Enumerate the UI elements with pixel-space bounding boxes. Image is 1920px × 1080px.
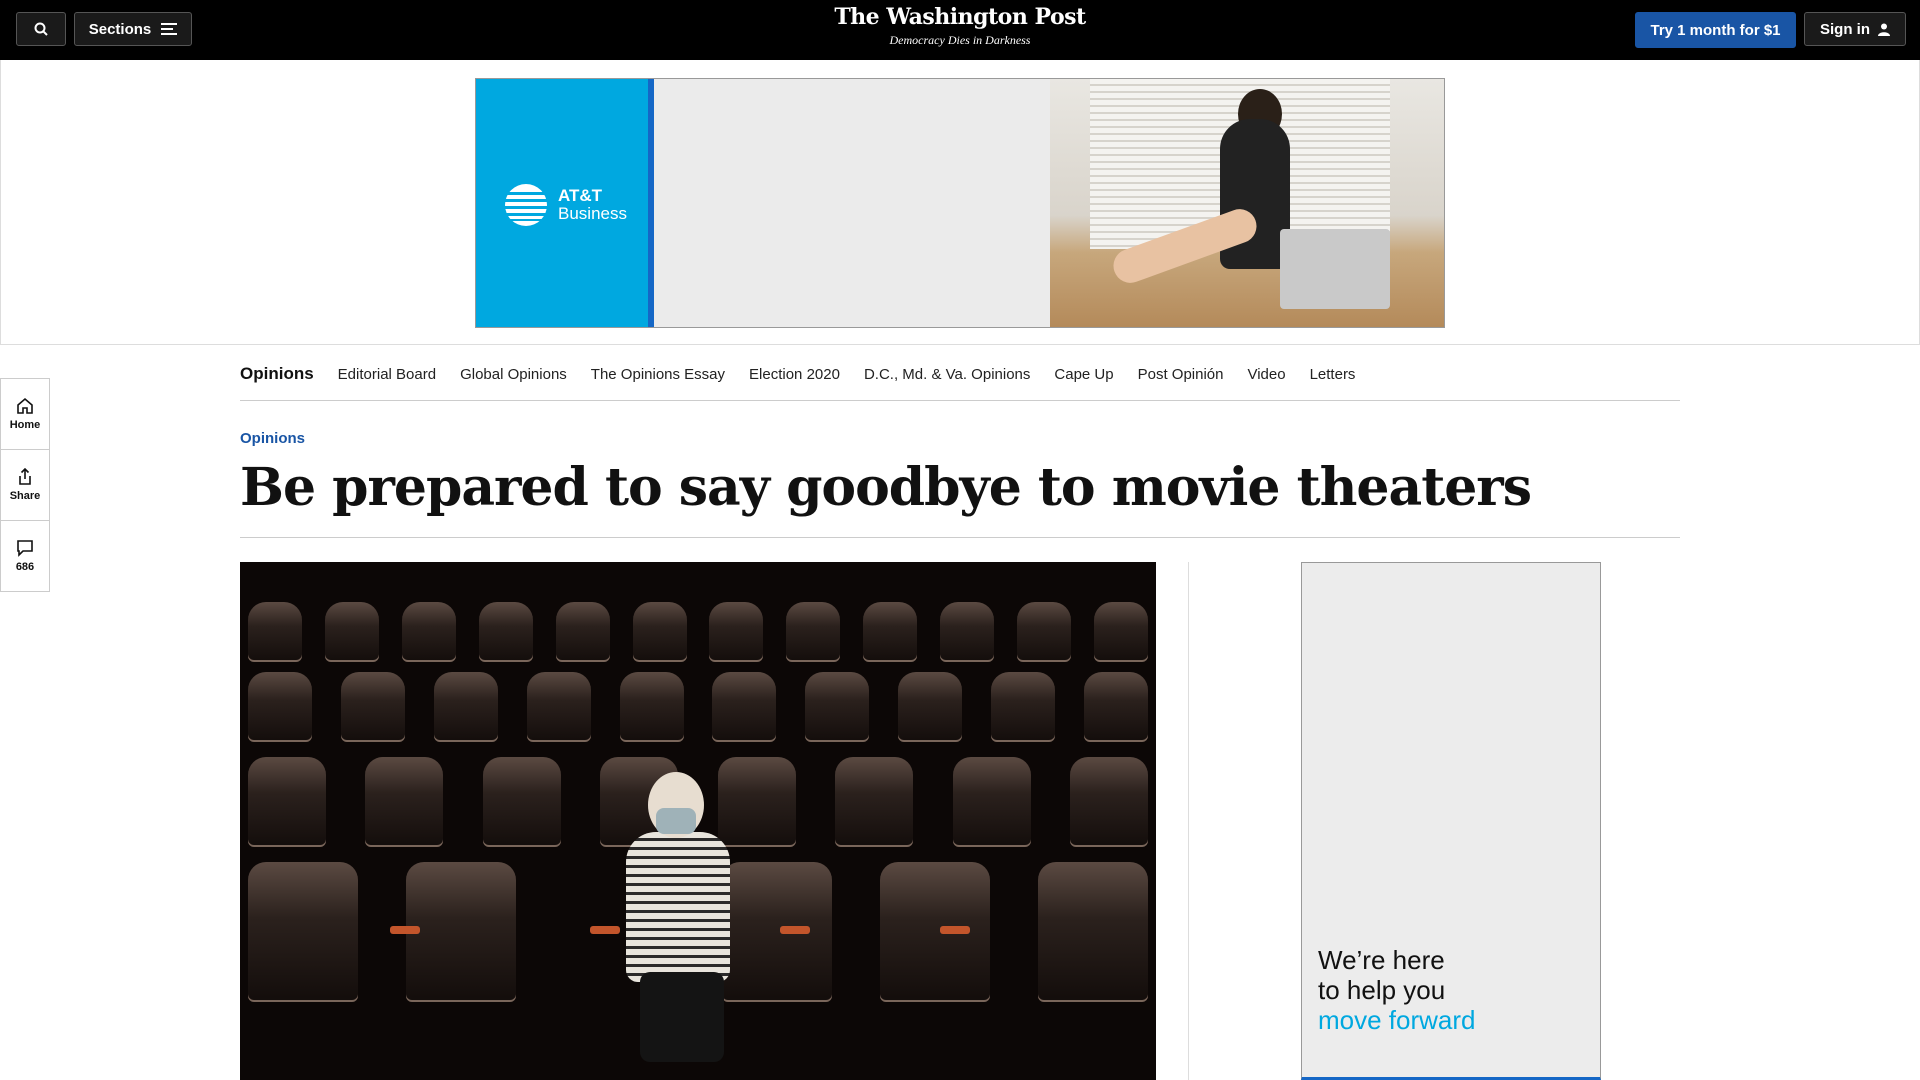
theater-seat bbox=[880, 862, 990, 1002]
theater-seat bbox=[482, 757, 561, 847]
theater-seat bbox=[324, 602, 379, 662]
rail-home-label: Home bbox=[9, 419, 41, 431]
seated-woman-body bbox=[626, 832, 730, 982]
cup-holder bbox=[940, 926, 970, 934]
side-ad-line2: to help you bbox=[1318, 975, 1446, 1005]
subscribe-button[interactable]: Try 1 month for $1 bbox=[1635, 12, 1796, 48]
theater-seat bbox=[248, 602, 302, 662]
side-ad[interactable]: We’re here to help you move forward bbox=[1301, 562, 1601, 1080]
side-ad-line1: We’re here bbox=[1318, 945, 1445, 975]
subnav-item-cape-up[interactable]: Cape Up bbox=[1054, 366, 1113, 383]
user-icon bbox=[1878, 23, 1890, 36]
theater-seat bbox=[1017, 602, 1072, 662]
opinions-subnav: Opinions Editorial Board Global Opinions… bbox=[240, 348, 1680, 401]
theater-seat bbox=[805, 672, 870, 742]
article-kicker[interactable]: Opinions bbox=[240, 430, 305, 447]
theater-seat bbox=[1038, 862, 1148, 1002]
theater-seat bbox=[1083, 672, 1148, 742]
theater-seat bbox=[406, 862, 516, 1002]
theater-seat bbox=[1069, 757, 1148, 847]
theater-seat bbox=[991, 672, 1055, 742]
rail-comments-button[interactable]: 686 bbox=[0, 520, 50, 592]
theater-seat bbox=[717, 757, 796, 847]
article-hero-image bbox=[240, 562, 1156, 1080]
theater-seat bbox=[248, 672, 312, 742]
headline-divider bbox=[240, 537, 1680, 538]
cup-holder bbox=[390, 926, 420, 934]
theater-seat bbox=[898, 672, 963, 742]
column-divider bbox=[1188, 562, 1189, 1080]
theater-seat bbox=[632, 602, 687, 662]
logo-tagline: Democracy Dies in Darkness bbox=[889, 33, 1031, 47]
theater-seat bbox=[365, 757, 444, 847]
ad-laptop bbox=[1280, 229, 1390, 309]
rail-share-button[interactable]: Share bbox=[0, 449, 50, 521]
subnav-item-opinions[interactable]: Opinions bbox=[240, 364, 314, 384]
comment-icon bbox=[17, 540, 33, 557]
seat-row-mid1 bbox=[240, 672, 1156, 742]
subnav-item-global-opinions[interactable]: Global Opinions bbox=[460, 366, 567, 383]
sign-in-button[interactable]: Sign in bbox=[1804, 12, 1906, 46]
theater-seat bbox=[555, 602, 610, 662]
cup-holder bbox=[780, 926, 810, 934]
rail-home-button[interactable]: Home bbox=[0, 378, 50, 450]
share-icon bbox=[19, 468, 31, 485]
theater-seat bbox=[248, 862, 358, 1002]
rail-share-label: Share bbox=[9, 490, 41, 502]
theater-seat bbox=[1093, 602, 1148, 662]
att-brand-text: AT&T Business bbox=[558, 187, 627, 223]
site-logo[interactable]: The Washington Post Democracy Dies in Da… bbox=[0, 4, 1920, 48]
article-headline: Be prepared to say goodbye to movie thea… bbox=[240, 457, 1532, 518]
theater-seat bbox=[952, 757, 1031, 847]
subnav-item-video[interactable]: Video bbox=[1247, 366, 1285, 383]
theater-seat bbox=[526, 672, 591, 742]
theater-seat bbox=[248, 757, 326, 847]
theater-seat bbox=[340, 672, 405, 742]
side-ad-copy: We’re here to help you move forward bbox=[1318, 945, 1476, 1035]
theater-seat bbox=[940, 602, 995, 662]
theater-seat bbox=[786, 602, 841, 662]
att-brand-line2: Business bbox=[558, 204, 627, 223]
subnav-item-post-opinion[interactable]: Post Opinión bbox=[1138, 366, 1224, 383]
subnav-item-election-2020[interactable]: Election 2020 bbox=[749, 366, 840, 383]
att-panel: AT&T Business bbox=[476, 79, 654, 327]
logo-name: The Washington Post bbox=[834, 4, 1086, 30]
subnav-item-opinions-essay[interactable]: The Opinions Essay bbox=[591, 366, 725, 383]
theater-seat bbox=[619, 672, 684, 742]
theater-seat bbox=[712, 672, 777, 742]
left-rail: Home Share 686 bbox=[0, 378, 50, 592]
theater-seat bbox=[433, 672, 498, 742]
subnav-item-editorial-board[interactable]: Editorial Board bbox=[338, 366, 436, 383]
theater-seat bbox=[478, 602, 533, 662]
top-bar: Sections The Washington Post Democracy D… bbox=[0, 0, 1920, 60]
theater-seat bbox=[863, 602, 918, 662]
sign-in-label: Sign in bbox=[1820, 20, 1870, 38]
theater-seat bbox=[709, 602, 764, 662]
rail-comments-count: 686 bbox=[15, 561, 35, 573]
att-globe-icon bbox=[505, 184, 547, 226]
subnav-item-letters[interactable]: Letters bbox=[1310, 366, 1356, 383]
side-ad-line3: move forward bbox=[1318, 1005, 1476, 1035]
theater-seat bbox=[835, 757, 914, 847]
top-ad-banner[interactable]: AT&T Business bbox=[475, 78, 1445, 328]
home-icon bbox=[17, 397, 33, 414]
subnav-item-dmv-opinions[interactable]: D.C., Md. & Va. Opinions bbox=[864, 366, 1030, 383]
att-brand-line1: AT&T bbox=[558, 186, 603, 205]
theater-seat bbox=[722, 862, 832, 1002]
cup-holder bbox=[590, 926, 620, 934]
ad-stripe bbox=[648, 79, 654, 327]
face-mask bbox=[656, 808, 696, 834]
theater-seat bbox=[401, 602, 456, 662]
ad-photo-yoga bbox=[1050, 79, 1444, 327]
seated-woman-legs bbox=[640, 972, 724, 1062]
seat-row-back bbox=[240, 602, 1156, 662]
